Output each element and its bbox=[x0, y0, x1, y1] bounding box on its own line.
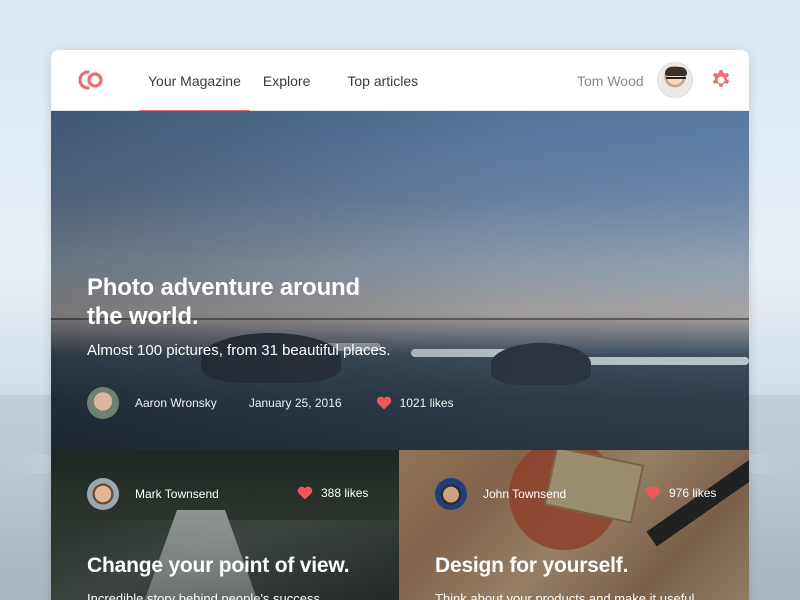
user-avatar[interactable] bbox=[657, 62, 693, 98]
article-card[interactable]: Mark Townsend 388 likes Change your poin… bbox=[51, 450, 399, 600]
user-name[interactable]: Tom Wood bbox=[577, 73, 644, 89]
heart-icon[interactable] bbox=[297, 486, 313, 500]
tab-label: Explore bbox=[262, 72, 311, 89]
featured-meta: Aaron Wronsky January 25, 2016 1021 like… bbox=[87, 386, 454, 420]
featured-title[interactable]: Photo adventure around the world. bbox=[87, 273, 387, 331]
card-meta: Mark Townsend bbox=[87, 478, 219, 510]
tab-explore[interactable]: Explore bbox=[254, 50, 319, 111]
featured-article[interactable]: Photo adventure around the world. Almost… bbox=[51, 111, 749, 450]
likes-count: 388 likes bbox=[321, 486, 369, 500]
top-navigation-bar: Your Magazine Explore Top articles Tom W… bbox=[51, 50, 749, 112]
card-meta: John Townsend bbox=[435, 478, 566, 510]
gear-icon[interactable] bbox=[710, 69, 732, 91]
heart-icon[interactable] bbox=[376, 396, 392, 410]
author-avatar[interactable] bbox=[87, 478, 119, 510]
likes-count: 1021 likes bbox=[399, 396, 454, 410]
card-subtitle: Incredible story behind people's success bbox=[87, 591, 321, 600]
card-likes: 976 likes bbox=[645, 486, 716, 500]
main-nav: Your Magazine Explore Top articles bbox=[139, 50, 427, 112]
author-name[interactable]: Mark Townsend bbox=[135, 487, 219, 501]
tab-top-articles[interactable]: Top articles bbox=[338, 50, 427, 111]
author-name[interactable]: John Townsend bbox=[483, 487, 566, 501]
publish-date: January 25, 2016 bbox=[248, 396, 342, 410]
card-likes: 388 likes bbox=[297, 486, 368, 500]
author-avatar[interactable] bbox=[435, 478, 467, 510]
co-logo-icon[interactable] bbox=[75, 67, 107, 93]
author-name[interactable]: Aaron Wronsky bbox=[135, 396, 217, 410]
article-card[interactable]: John Townsend 976 likes Design for yours… bbox=[399, 450, 749, 600]
app-window: Your Magazine Explore Top articles Tom W… bbox=[51, 50, 749, 600]
card-title[interactable]: Design for yourself. bbox=[435, 554, 628, 578]
card-subtitle: Think about your products and make it us… bbox=[435, 591, 695, 600]
tab-label: Top articles bbox=[347, 72, 419, 89]
avatar-hair bbox=[665, 67, 687, 76]
card-title[interactable]: Change your point of view. bbox=[87, 554, 350, 578]
avatar-glasses bbox=[666, 77, 686, 82]
tab-label: Your Magazine bbox=[148, 72, 241, 89]
likes-count: 976 likes bbox=[669, 486, 717, 500]
featured-subtitle: Almost 100 pictures, from 31 beautiful p… bbox=[87, 342, 391, 359]
author-avatar[interactable] bbox=[87, 387, 119, 419]
tab-your-magazine[interactable]: Your Magazine bbox=[139, 50, 250, 112]
heart-icon[interactable] bbox=[645, 486, 661, 500]
